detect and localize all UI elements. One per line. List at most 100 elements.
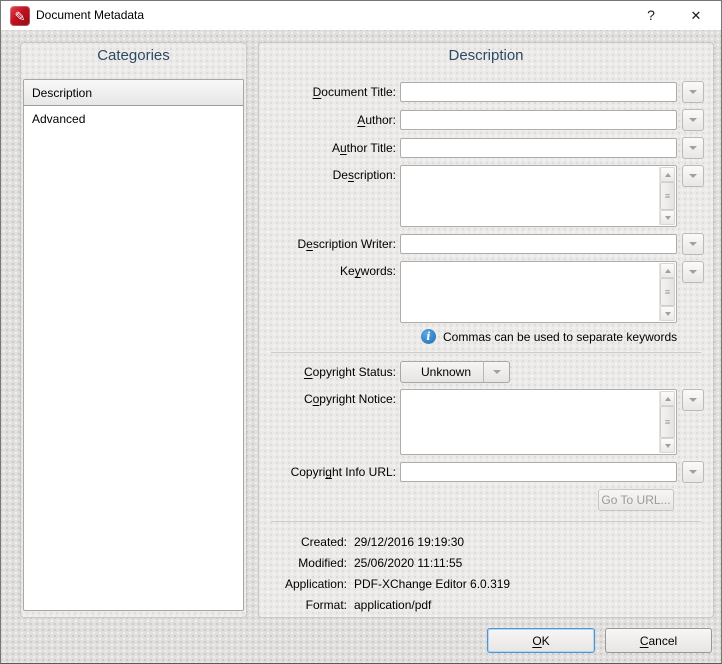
description-writer-dropdown-button[interactable] — [682, 233, 704, 255]
copyright-notice-scrollbar[interactable]: ≡ — [659, 391, 675, 453]
dialog-footer: OK Cancel — [487, 628, 712, 653]
keywords-note: Commas can be used to separate keywords — [443, 329, 678, 344]
metadata-form: Document Title: Author: Author Title: De… — [259, 69, 713, 616]
help-icon: ? — [647, 7, 655, 23]
scroll-up-button[interactable] — [660, 263, 675, 278]
chevron-down-icon — [689, 146, 697, 150]
info-icon: i — [421, 329, 436, 344]
scroll-down-icon — [664, 311, 671, 316]
categories-panel: Categories Description Advanced — [20, 42, 247, 618]
description-writer-row: Description Writer: — [259, 233, 704, 255]
copyright-notice-label: Copyright Notice: — [303, 392, 396, 406]
category-item-advanced[interactable]: Advanced — [24, 106, 243, 132]
copyright-info-url-dropdown-button[interactable] — [682, 461, 704, 483]
modified-value: 25/06/2020 11:11:55 — [354, 556, 463, 570]
created-row: Created: 29/12/2016 19:19:30 — [277, 532, 713, 553]
chevron-down-icon — [689, 470, 697, 474]
keywords-textarea[interactable]: ≡ — [400, 261, 677, 323]
scroll-up-button[interactable] — [660, 167, 675, 182]
dialog-body: Categories Description Advanced Descript… — [1, 30, 721, 663]
author-title-dropdown-button[interactable] — [682, 137, 704, 159]
chevron-down-icon — [689, 398, 697, 402]
format-row: Format: application/pdf — [277, 595, 713, 616]
keywords-note-row: i Commas can be used to separate keyword… — [421, 329, 701, 344]
author-input[interactable] — [400, 110, 677, 130]
window-title: Document Metadata — [36, 8, 145, 22]
grip-icon: ≡ — [664, 416, 671, 427]
application-label: Application: — [284, 577, 347, 591]
scroll-up-button[interactable] — [660, 391, 675, 406]
cancel-button[interactable]: Cancel — [605, 628, 712, 653]
chevron-down-icon — [689, 90, 697, 94]
created-value: 29/12/2016 19:19:30 — [354, 535, 465, 549]
description-label: Description: — [332, 168, 396, 182]
divider — [271, 521, 701, 522]
scrollbar-thumb[interactable]: ≡ — [660, 278, 675, 306]
keywords-row: Keywords: ≡ — [259, 261, 704, 323]
scroll-down-button[interactable] — [660, 210, 675, 225]
categories-header: Categories — [97, 47, 170, 64]
categories-listbox[interactable]: Description Advanced — [23, 79, 244, 611]
document-title-input[interactable] — [400, 82, 677, 102]
modified-label: Modified: — [298, 556, 347, 570]
copyright-status-value: Unknown — [420, 365, 472, 379]
grip-icon: ≡ — [664, 190, 671, 201]
chevron-down-icon — [689, 174, 697, 178]
scroll-up-icon — [664, 268, 671, 273]
description-textarea[interactable]: ≡ — [400, 165, 677, 227]
copyright-status-row: Copyright Status: Unknown — [259, 361, 701, 383]
document-title-row: Document Title: — [259, 81, 704, 103]
pdf-xchange-pencil-icon: ✎ — [10, 6, 30, 26]
chevron-down-icon — [492, 370, 501, 374]
description-header: Description — [448, 47, 524, 64]
scroll-down-button[interactable] — [660, 438, 675, 453]
copyright-notice-textarea[interactable]: ≡ — [400, 389, 677, 455]
scrollbar-thumb[interactable]: ≡ — [660, 182, 675, 210]
copyright-info-url-label: Copyright Info URL: — [290, 465, 396, 479]
ok-button[interactable]: OK — [487, 628, 595, 653]
keywords-label: Keywords: — [339, 264, 396, 278]
go-to-url-row: Go To URL... — [259, 489, 674, 511]
scroll-up-icon — [664, 396, 671, 401]
document-metadata-dialog: ✎ Document Metadata ? ✕ Categories Descr… — [0, 0, 722, 664]
document-info-block: Created: 29/12/2016 19:19:30 Modified: 2… — [277, 532, 713, 616]
description-panel: Description Document Title: Author: Auth… — [258, 42, 714, 618]
chevron-down-icon — [689, 118, 697, 122]
description-dropdown-button[interactable] — [682, 165, 704, 187]
description-scrollbar[interactable]: ≡ — [659, 167, 675, 225]
author-dropdown-button[interactable] — [682, 109, 704, 131]
description-writer-input[interactable] — [400, 234, 677, 254]
format-label: Format: — [305, 598, 347, 612]
application-row: Application: PDF-XChange Editor 6.0.319 — [277, 574, 713, 595]
close-icon: ✕ — [690, 8, 702, 23]
scroll-down-button[interactable] — [660, 306, 675, 321]
copyright-notice-dropdown-button[interactable] — [682, 389, 704, 411]
format-value: application/pdf — [354, 598, 432, 612]
go-to-url-button[interactable]: Go To URL... — [598, 489, 674, 511]
scroll-down-icon — [664, 443, 671, 448]
description-row: Description: ≡ — [259, 165, 704, 227]
document-title-dropdown-button[interactable] — [682, 81, 704, 103]
close-button[interactable]: ✕ — [681, 1, 711, 30]
keywords-dropdown-button[interactable] — [682, 261, 704, 283]
keywords-scrollbar[interactable]: ≡ — [659, 263, 675, 321]
document-title-label: Document Title: — [312, 85, 396, 99]
scroll-up-icon — [664, 172, 671, 177]
author-title-row: Author Title: — [259, 137, 704, 159]
chevron-down-icon — [689, 270, 697, 274]
scroll-down-icon — [664, 215, 671, 220]
divider — [271, 352, 701, 353]
author-row: Author: — [259, 109, 704, 131]
author-title-input[interactable] — [400, 138, 677, 158]
help-button[interactable]: ? — [636, 1, 666, 30]
scrollbar-thumb[interactable]: ≡ — [660, 406, 675, 438]
category-item-description[interactable]: Description — [24, 80, 243, 106]
application-value: PDF-XChange Editor 6.0.319 — [354, 577, 511, 591]
copyright-status-combobox[interactable]: Unknown — [400, 361, 510, 383]
copyright-status-label: Copyright Status: — [303, 365, 396, 379]
copyright-info-url-row: Copyright Info URL: — [259, 461, 704, 483]
title-bar[interactable]: ✎ Document Metadata ? ✕ — [1, 1, 721, 30]
copyright-info-url-input[interactable] — [400, 462, 677, 482]
modified-row: Modified: 25/06/2020 11:11:55 — [277, 553, 713, 574]
created-label: Created: — [300, 535, 347, 549]
